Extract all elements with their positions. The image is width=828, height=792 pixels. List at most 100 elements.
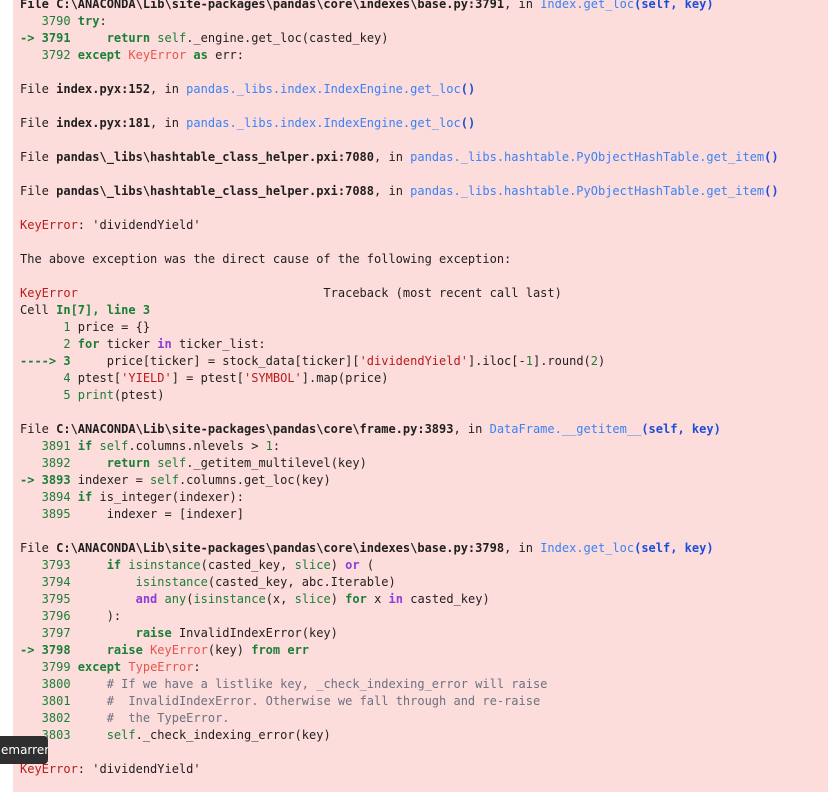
traceback-text [157,592,164,606]
traceback-link[interactable]: Index.get_loc [540,0,634,11]
traceback-text: InvalidIndexError(key) [171,626,338,640]
traceback-text: File C:\ANACONDA\Lib\site-packages\panda… [20,0,505,11]
traceback-text: The above exception was the direct cause… [20,252,512,266]
traceback-text: (casted_key, [200,558,295,572]
traceback-line: ----> 3 price[ticker] = stock_data[ticke… [20,353,605,370]
traceback-link[interactable]: pandas._libs.hashtable.PyObjectHashTable… [410,150,764,164]
traceback-text: ( [359,558,375,572]
traceback-line: 3795 and any(isinstance(x, slice) for x … [20,591,490,608]
traceback-text: in [157,337,172,351]
traceback-text: except [77,660,122,674]
traceback-text: KeyError [150,643,208,657]
traceback-text: -> 3893 [20,473,78,487]
traceback-text: (key) [207,643,252,657]
traceback-text: if [106,558,122,572]
traceback-text: slice [294,558,331,572]
traceback-text: : [272,439,281,453]
traceback-link[interactable]: DataFrame.__getitem__ [490,422,642,436]
traceback-text: 'SYMBOL' [243,371,302,385]
traceback-line: File index.pyx:152, in pandas._libs.inde… [20,81,475,98]
traceback-line: The above exception was the direct cause… [20,251,511,268]
traceback-text: self [106,728,136,742]
traceback-text: File [20,541,57,555]
traceback-text: ----> 3 [20,354,78,368]
traceback-text: ._engine.get_loc(casted_key) [186,31,389,45]
traceback-text: ].round( [532,354,591,368]
traceback-line: File C:\ANACONDA\Lib\site-packages\panda… [20,540,714,557]
traceback-line: 3802 # the TypeError. [20,710,230,727]
traceback-text: x [366,592,389,606]
traceback-text: return [106,31,151,45]
traceback-text: is_integer(indexer): [92,490,244,504]
traceback-text: 3790 [20,14,78,28]
error-output: File C:\ANACONDA\Lib\site-packages\panda… [13,0,828,792]
traceback-text: 'YIELD' [121,371,172,385]
traceback-line: KeyError: 'dividendYield' [20,217,201,234]
traceback-text: ) [330,592,346,606]
traceback-line: 3801 # InvalidIndexError. Otherwise we f… [20,693,541,710]
traceback-text [78,711,107,725]
traceback-text: price[ticker] [77,354,208,368]
traceback-line: Cell In[7], line 3 [20,302,150,319]
traceback-text [78,643,107,657]
traceback-text: # the TypeError. [106,711,230,725]
toast-notification[interactable]: emarrer [0,736,48,764]
traceback-text: , in [374,184,411,198]
traceback-text: , in [504,541,541,555]
traceback-text: 1 [525,354,533,368]
traceback-text: (self, key) [634,541,714,555]
traceback-text: 3797 [20,626,78,640]
traceback-link[interactable]: pandas._libs.hashtable.PyObjectHashTable… [410,184,764,198]
traceback-text: (ptest) [113,388,165,402]
traceback-text: File [20,150,57,164]
traceback-line: KeyError Traceback (most recent call las… [20,285,562,302]
traceback-text: () [764,150,779,164]
traceback-text: ].map(price) [301,371,389,385]
traceback-text [78,592,136,606]
traceback-text: ._check_indexing_error(key) [135,728,331,742]
traceback-text: : 'dividendYield' [77,762,201,776]
traceback-link[interactable]: pandas._libs.index.IndexEngine.get_loc [186,116,461,130]
traceback-text: index.pyx:181 [56,116,151,130]
traceback-line: 3891 if self.columns.nlevels > 1: [20,438,280,455]
traceback-line: 3894 if is_integer(indexer): [20,489,244,506]
traceback-text: ): [77,609,122,623]
traceback-line: File C:\ANACONDA\Lib\site-packages\panda… [20,421,721,438]
traceback-text: () [460,116,476,130]
traceback-text: ticker_list: [171,337,266,351]
traceback-text: : [99,14,107,28]
traceback-text: = {} [121,320,151,334]
traceback-text: in [388,592,403,606]
traceback-text: , in [453,422,490,436]
traceback-text [78,31,107,45]
traceback-text: self [99,439,129,453]
traceback-text: err [287,643,310,657]
traceback-text [143,643,150,657]
traceback-line: File C:\ANACONDA\Lib\site-packages\panda… [20,0,714,13]
traceback-text [78,677,107,691]
traceback-text: # InvalidIndexError. Otherwise we fall t… [106,694,541,708]
traceback-text: 3793 [20,558,78,572]
traceback-text: 3801 [20,694,78,708]
traceback-text: KeyError [128,48,187,62]
traceback-line: 3792 except KeyError as err: [20,47,244,64]
traceback-text: File [20,82,57,96]
traceback-line: 3796 ): [20,608,121,625]
traceback-text: as [193,48,208,62]
traceback-text: isinstance [193,592,266,606]
traceback-text: from [251,643,281,657]
traceback-line: -> 3791 return self._engine.get_loc(cast… [20,30,389,47]
traceback-text: KeyError [20,762,78,776]
traceback-line: -> 3893 indexer = self.columns.get_loc(k… [20,472,331,489]
traceback-text: KeyError [20,218,78,232]
traceback-text: pandas\_libs\hashtable_class_helper.pxi:… [56,184,375,198]
traceback-link[interactable]: pandas._libs.index.IndexEngine.get_loc [186,82,461,96]
traceback-text [78,728,107,742]
traceback-text: self [150,473,179,487]
traceback-text: 3795 [20,592,78,606]
traceback-text: err: [207,48,244,62]
traceback-text: TypeError [128,660,194,674]
traceback-text [78,456,107,470]
traceback-link[interactable]: Index.get_loc [540,541,634,555]
traceback-text: # If we have a listlike key, _check_inde… [106,677,548,691]
